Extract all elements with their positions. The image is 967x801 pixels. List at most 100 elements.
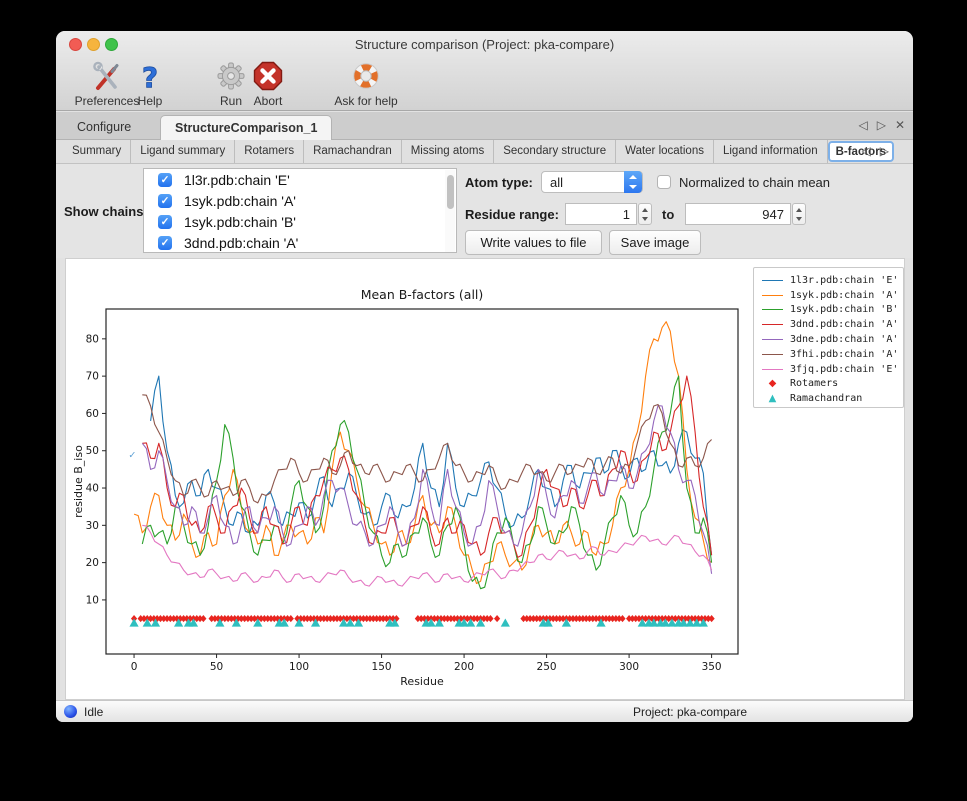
residue-from-stepper[interactable] [638,203,652,225]
atom-type-value: all [550,175,563,190]
y-tick-label: 60 [86,408,99,420]
residue-to-stepper[interactable] [792,203,806,225]
status-text: Idle [84,705,103,719]
ramachandran-triangle [501,618,510,626]
y-axis-label: residue B_iso [72,445,85,518]
residue-to-input[interactable]: 947 [685,203,791,225]
series-line-3dnd-pdb-chain-A- [142,376,711,557]
residue-range-label: Residue range: [465,207,559,222]
subtabs-next-icon[interactable]: ▷ [880,144,889,158]
legend-label: 3dne.pdb:chain 'A' [790,334,898,345]
help-button[interactable]: ? Help [129,61,171,108]
y-tick-label: 50 [86,445,99,457]
legend-line-swatch [762,295,783,296]
rotamer-diamond [494,615,500,622]
x-axis-label: Residue [400,675,444,688]
chart-legend: 1l3r.pdb:chain 'E' 1syk.pdb:chain 'A' 1syk… [753,267,904,408]
series-line-3fhi-pdb-chain-A- [142,395,711,503]
ramachandran-triangle [129,618,138,626]
chain-checkbox[interactable]: ✓ [158,236,172,250]
chain-list-scrollbar[interactable] [445,170,455,253]
x-tick-label: 200 [454,661,474,673]
tab-close-icon[interactable]: ✕ [895,118,905,132]
chain-list-item[interactable]: ✓ 1syk.pdb:chain 'A' [144,190,456,211]
stop-icon [245,61,291,93]
legend-entry: ◆Rotamers [754,377,903,392]
subtabs-prev-icon[interactable]: ◁ [862,144,871,158]
chain-list-scroll-thumb[interactable] [447,175,454,209]
chain-checkbox[interactable]: ✓ [158,194,172,208]
legend-label: 1syk.pdb:chain 'B' [790,304,898,315]
series-line-3fjq-pdb-chain-E- [142,525,711,586]
legend-entry: 1syk.pdb:chain 'B' [754,303,903,318]
chain-list-item[interactable]: ✓ 1syk.pdb:chain 'B' [144,211,456,232]
tab-secondary-structure[interactable]: Secondary structure [494,140,616,163]
x-tick-label: 150 [372,661,392,673]
combo-stepper-icon [624,171,642,193]
question-icon: ? [129,61,171,93]
legend-entry: 3dne.pdb:chain 'A' [754,332,903,347]
residue-from-input[interactable]: 1 [565,203,637,225]
chain-label: 1syk.pdb:chain 'B' [184,214,296,230]
project-label: Project: pka-compare [633,705,747,719]
legend-entry: 3fjq.pdb:chain 'E' [754,362,903,377]
chain-list[interactable]: ✓ 1l3r.pdb:chain 'E' ✓ 1syk.pdb:chain 'A' ✓ 1… [143,168,457,253]
legend-label: 1l3r.pdb:chain 'E' [790,275,898,286]
x-tick-label: 50 [210,661,223,673]
status-bar: Idle Project: pka-compare [56,700,913,722]
ask-for-help-button[interactable]: Ask for help [324,61,408,108]
tabs-next-icon[interactable]: ▷ [877,118,886,132]
normalized-checkbox[interactable]: ✓ [657,175,671,189]
legend-entry: 3fhi.pdb:chain 'A' [754,347,903,362]
rotamer-diamond [487,615,493,622]
tab-water-locations[interactable]: Water locations [616,140,714,163]
abort-button[interactable]: Abort [245,61,291,108]
atom-type-label: Atom type: [465,175,533,190]
chain-list-item[interactable]: ✓3dnd.pdb:chain 'A' [144,232,456,253]
legend-entry: 1l3r.pdb:chain 'E' [754,273,903,288]
legend-line-swatch [762,339,783,340]
ask-for-help-label: Ask for help [334,94,397,108]
run-label: Run [220,94,242,108]
y-tick-label: 30 [86,520,99,532]
legend-line-swatch [762,309,783,310]
legend-label: 1syk.pdb:chain 'A' [790,290,898,301]
tab-missing-atoms[interactable]: Missing atoms [402,140,495,163]
atom-type-select[interactable]: all [541,171,643,193]
tabs-prev-icon[interactable]: ◁ [858,118,867,132]
chain-checkbox[interactable]: ✓ [158,173,172,187]
save-image-button[interactable]: Save image [609,230,701,255]
triangle-marker-icon: ▲ [762,393,783,404]
tab-summary[interactable]: Summary [63,140,131,163]
legend-label: Rotamers [790,378,838,389]
tab-ligand-summary[interactable]: Ligand summary [131,140,235,163]
series-line-1l3r-pdb-chain-E- [151,376,712,555]
chain-checkbox[interactable]: ✓ [158,215,172,229]
write-values-button[interactable]: Write values to file [465,230,602,255]
show-chains-label: Show chains: [64,204,148,219]
chain-list-item[interactable]: ✓ 1l3r.pdb:chain 'E' [144,169,456,190]
app-window: Structure comparison (Project: pka-compa… [56,31,913,722]
primary-tab-configure[interactable]: Configure [63,115,145,140]
legend-line-swatch [762,280,783,281]
legend-label: 3fhi.pdb:chain 'A' [790,349,898,360]
bfactor-controls-pane: Show chains: ✓ 1l3r.pdb:chain 'E' ✓ 1syk.pd… [56,164,913,258]
legend-entry: 1syk.pdb:chain 'A' [754,288,903,303]
chain-label: 1l3r.pdb:chain 'E' [184,172,290,188]
plot-frame [106,309,738,654]
tab-rotamers[interactable]: Rotamers [235,140,304,163]
legend-entry: ▲Ramachandran [754,391,903,406]
rotamer-diamond [619,615,625,622]
chart-title: Mean B-factors (all) [361,287,484,302]
lifebuoy-icon [324,61,408,93]
legend-label: 3dnd.pdb:chain 'A' [790,319,898,330]
abort-label: Abort [254,94,283,108]
x-tick-label: 250 [537,661,557,673]
help-label: Help [138,94,163,108]
tab-ramachandran[interactable]: Ramachandran [304,140,402,163]
chain-label: 1syk.pdb:chain 'A' [184,193,296,209]
check-annotation: ✓ [128,450,136,461]
legend-label: 3fjq.pdb:chain 'E' [790,364,898,375]
primary-tab-structurecomparison_1[interactable]: StructureComparison_1 [160,115,332,140]
tab-ligand-information[interactable]: Ligand information [714,140,828,163]
